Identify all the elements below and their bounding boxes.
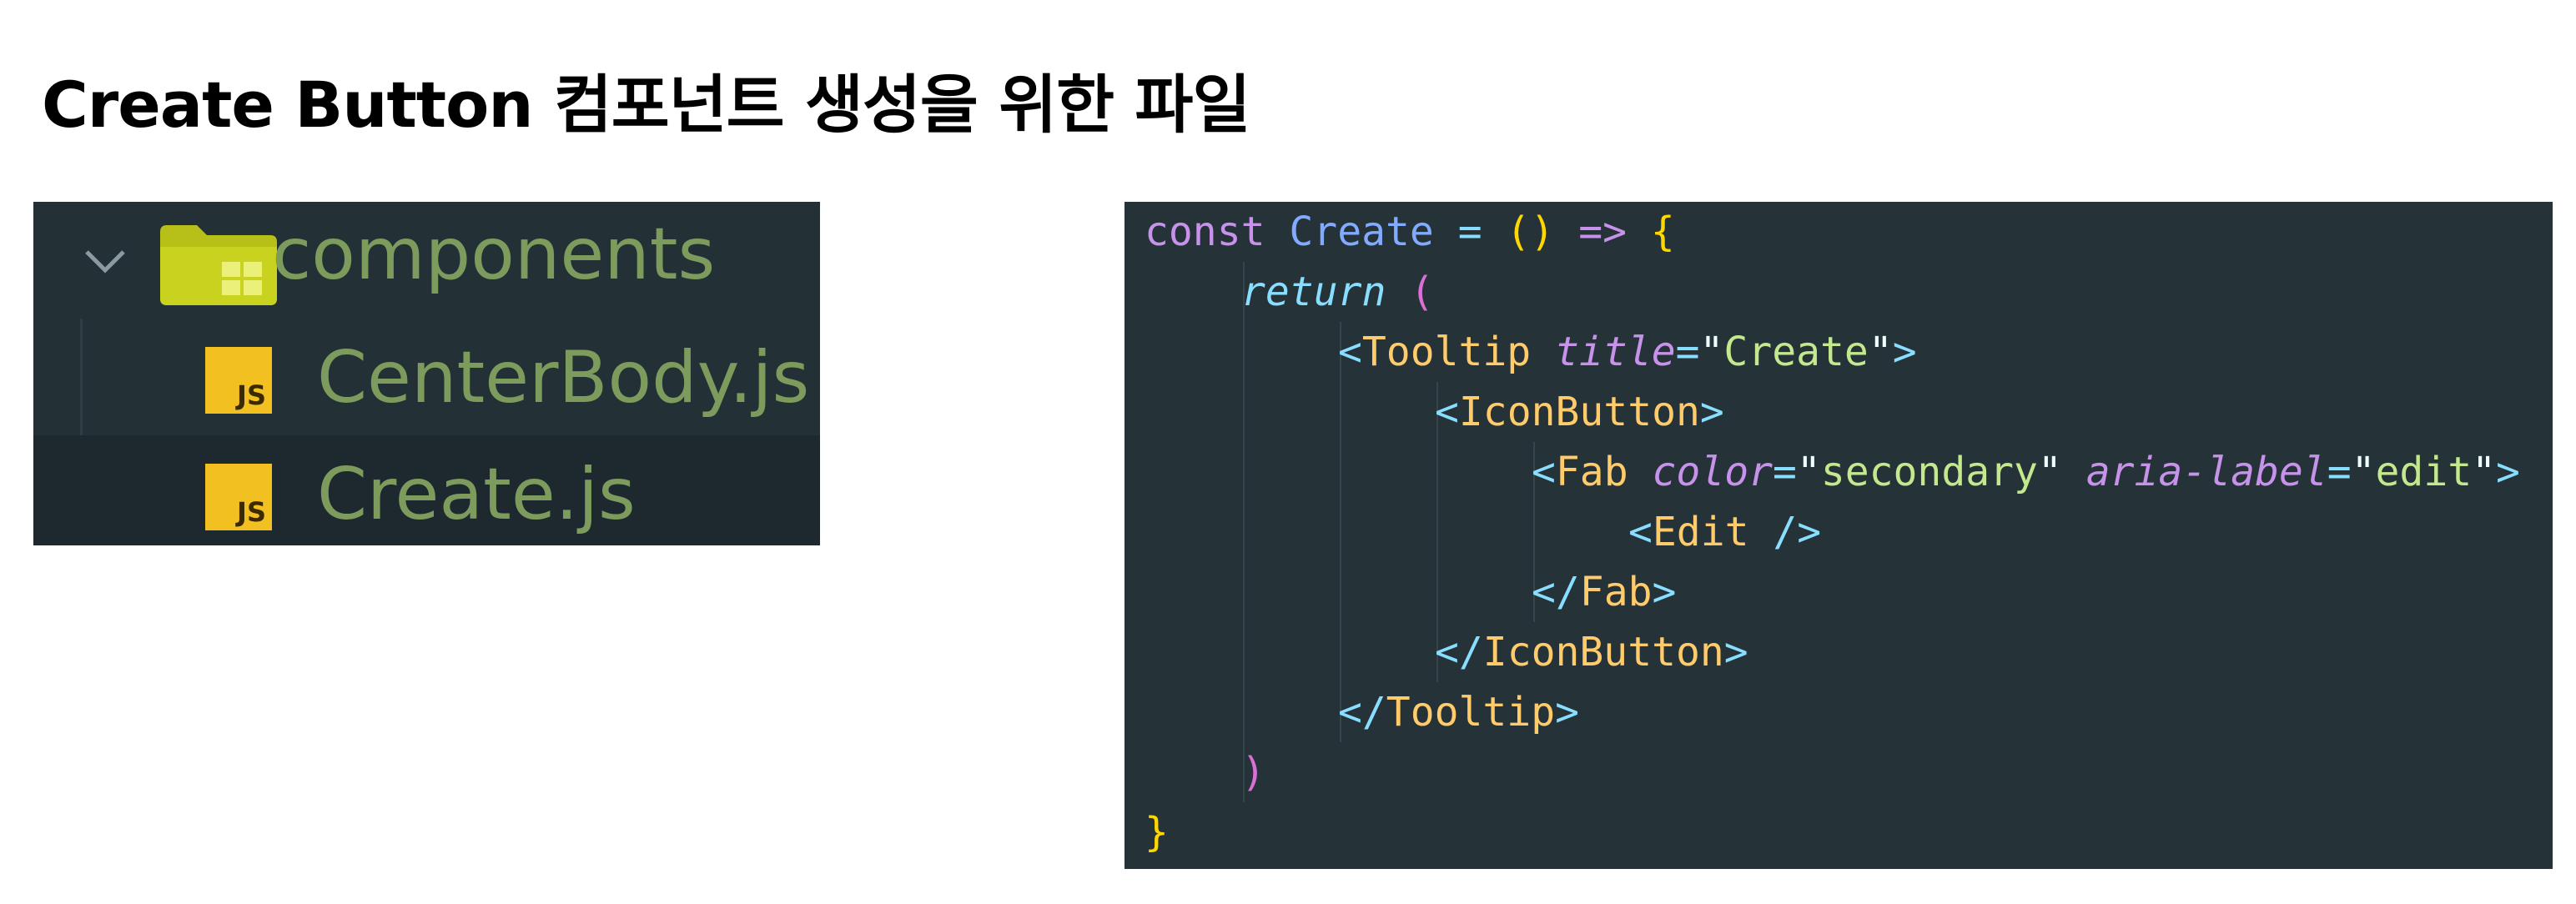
attr-aria-value: edit — [2375, 449, 2473, 495]
indent-guide — [1340, 322, 1341, 742]
tag-iconbutton-close: IconButton — [1482, 629, 1724, 675]
code-line-11: } — [1145, 802, 1169, 862]
attr-title: title — [1555, 329, 1676, 375]
tag-iconbutton: IconButton — [1458, 389, 1700, 435]
tree-file-centerbody[interactable]: JS CenterBody.js — [33, 319, 820, 435]
chevron-down-icon[interactable] — [78, 235, 132, 289]
page-title: Create Button 컴포넌트 생성을 위한 파일 — [42, 68, 1250, 142]
tree-file-create[interactable]: JS Create.js — [33, 435, 820, 545]
code-line-8: </IconButton> — [1435, 629, 1748, 675]
brace-open: { — [1650, 208, 1675, 255]
arrow-operator: => — [1578, 208, 1628, 255]
operator-eq: = — [1457, 208, 1482, 255]
code-line-1: const Create = () => { — [1145, 202, 1675, 262]
brace-close: } — [1145, 809, 1169, 856]
code-editor[interactable]: const Create = () => { return ( <Tooltip… — [1124, 202, 2553, 869]
file-explorer: components JS CenterBody.js JS Create.js — [33, 202, 820, 545]
code-line-5: <Fab color="secondary" aria-label="edit"… — [1532, 449, 2520, 495]
param-parens: () — [1506, 208, 1555, 255]
folder-components-icon — [160, 225, 277, 305]
code-line-9: </Tooltip> — [1338, 689, 1579, 736]
tree-folder-components[interactable]: components — [33, 202, 820, 319]
keyword-return: return — [1241, 269, 1386, 315]
keyword-const: const — [1145, 208, 1265, 255]
attr-color-value: secondary — [1820, 449, 2038, 495]
tag-fab: Fab — [1555, 449, 1628, 495]
js-file-icon: JS — [205, 464, 272, 530]
code-line-7: </Fab> — [1532, 569, 1677, 615]
tag-edit: Edit — [1652, 509, 1749, 555]
code-line-10: ) — [1241, 742, 1265, 802]
code-line-2: return ( — [1241, 262, 1434, 322]
function-name: Create — [1289, 208, 1434, 255]
code-line-3: <Tooltip title="Create"> — [1338, 329, 1917, 375]
file-label: Create.js — [317, 453, 636, 536]
tag-fab-close: Fab — [1579, 569, 1653, 615]
indent-guide — [1243, 262, 1245, 802]
attr-title-value: Create — [1723, 329, 1869, 375]
attr-aria-label: aria-label — [2085, 449, 2327, 495]
paren-open: ( — [1410, 269, 1435, 315]
tag-tooltip: Tooltip — [1361, 329, 1532, 375]
attr-color: color — [1652, 449, 1774, 495]
paren-close: ) — [1241, 749, 1265, 796]
code-line-6: <Edit /> — [1628, 509, 1822, 555]
folder-label: components — [272, 213, 716, 296]
js-file-icon: JS — [205, 347, 272, 414]
code-line-4: <IconButton> — [1435, 389, 1724, 435]
file-label: CenterBody.js — [317, 336, 810, 419]
tag-tooltip-close: Tooltip — [1386, 689, 1556, 736]
